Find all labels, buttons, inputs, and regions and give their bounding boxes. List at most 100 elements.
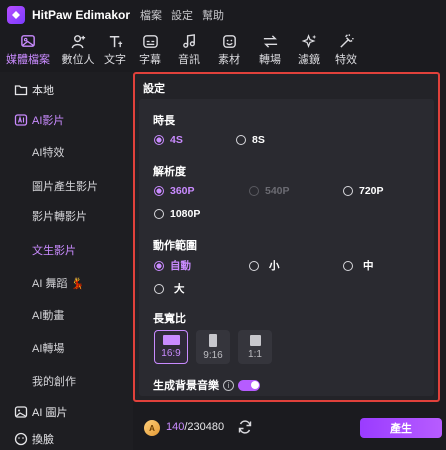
menu-help[interactable]: 幫助 <box>202 7 224 23</box>
motion-option-large[interactable]: 大 <box>154 281 185 296</box>
option-label: 16:9 <box>161 348 181 359</box>
resolution-option-1080p[interactable]: 1080P <box>154 208 200 220</box>
tab-audio[interactable]: 音訊 <box>170 30 208 70</box>
bgm-label: 生成背景音樂 <box>153 380 219 392</box>
motion-option-medium[interactable]: 中 <box>343 258 374 273</box>
settings-title: 設定 <box>143 83 165 95</box>
tab-label: 素材 <box>218 54 240 66</box>
sidebar-item-ai-image[interactable]: AI 圖片 <box>0 398 133 426</box>
sidebar-item-face-swap[interactable]: 換臉 <box>0 428 133 450</box>
resolution-option-720p[interactable]: 720P <box>343 185 384 197</box>
option-label: 大 <box>174 283 185 295</box>
motion-option-small[interactable]: 小 <box>249 258 280 273</box>
tab-label: 數位人 <box>61 54 95 66</box>
landscape-ratio-icon <box>162 335 180 345</box>
option-label: 1:1 <box>248 348 262 360</box>
sidebar-subitem-ai-dance[interactable]: AI 舞蹈 💃 <box>32 273 84 293</box>
duration-label: 時長 <box>153 115 175 127</box>
app-logo-icon <box>7 6 25 24</box>
sidebar-item-ai-video[interactable]: AI影片 <box>0 106 133 134</box>
tab-media[interactable]: 媒體檔案 <box>0 30 56 70</box>
square-ratio-icon <box>249 334 261 346</box>
radio <box>154 283 164 294</box>
radio <box>236 135 246 145</box>
sidebar: 本地 AI影片 AI特效 圖片產生影片 影片轉影片 文生影片 AI 舞蹈 💃 A… <box>0 72 133 450</box>
duration-option-8s[interactable]: 8S <box>236 134 265 146</box>
sidebar-subitem-text-to-video[interactable]: 文生影片 <box>32 240 76 260</box>
option-label: 8S <box>252 134 265 146</box>
option-label: 中 <box>363 260 374 272</box>
info-icon[interactable]: i <box>223 379 234 391</box>
sidebar-subitem-ai-animation[interactable]: AI動畫 <box>32 305 64 325</box>
aspect-option-16-9[interactable]: 16:9 <box>154 330 188 364</box>
tab-label: 音訊 <box>178 54 200 66</box>
sidebar-subitem-ai-effect[interactable]: AI特效 <box>32 142 64 162</box>
tab-subtitle[interactable]: 字幕 <box>130 30 170 70</box>
tab-text[interactable]: 文字 <box>100 30 130 70</box>
radio <box>343 260 353 271</box>
tab-label: 特效 <box>335 54 357 66</box>
title-bar: HitPaw Edimakor 檔案 設定 幫助 <box>0 0 446 30</box>
subtitle-icon <box>142 32 159 50</box>
sidebar-subitem-my-creations[interactable]: 我的創作 <box>32 371 76 391</box>
transition-icon <box>262 32 279 50</box>
media-icon <box>20 32 37 50</box>
credits-total: /230480 <box>184 421 225 433</box>
aspect-ratio-label: 長寬比 <box>153 313 186 325</box>
duration-option-4s[interactable]: 4S <box>154 134 183 146</box>
ai-video-icon <box>14 113 28 127</box>
radio <box>249 260 259 271</box>
motion-option-auto[interactable]: 自動 <box>154 258 191 273</box>
radio-disabled <box>249 186 259 196</box>
ai-image-icon <box>14 405 28 419</box>
credits-used: 140 <box>166 421 185 433</box>
tab-transition[interactable]: 轉場 <box>250 30 290 70</box>
sidebar-item-label: 本地 <box>32 85 54 97</box>
sidebar-subitem-label: AI 舞蹈 <box>32 278 68 290</box>
radio <box>343 186 353 196</box>
dancer-icon: 💃 <box>70 277 85 290</box>
sidebar-subitem-image-to-video[interactable]: 圖片產生影片 <box>32 176 98 196</box>
sidebar-subitem-ai-transition[interactable]: AI轉場 <box>32 338 64 358</box>
sidebar-subitem-video-to-video[interactable]: 影片轉影片 <box>32 206 87 226</box>
menu-bar: 檔案 設定 幫助 <box>140 7 224 23</box>
tab-digital-human[interactable]: 數位人 <box>56 30 100 70</box>
sidebar-item-label: AI影片 <box>32 115 65 127</box>
tab-label: 字幕 <box>139 54 161 66</box>
text-icon <box>107 32 124 50</box>
portrait-ratio-icon <box>209 333 217 347</box>
sticker-icon <box>221 32 238 50</box>
option-label: 540P <box>265 185 290 197</box>
aspect-option-9-16[interactable]: 9:16 <box>196 330 230 364</box>
menu-settings[interactable]: 設定 <box>171 7 193 23</box>
tab-label: 文字 <box>104 54 126 66</box>
aspect-option-1-1[interactable]: 1:1 <box>238 330 272 364</box>
radio-selected <box>154 135 164 145</box>
credits-counter: 140/230480 <box>166 421 224 433</box>
sidebar-item-label: 換臉 <box>32 434 54 446</box>
tab-label: 轉場 <box>259 54 281 66</box>
resolution-label: 解析度 <box>153 166 186 178</box>
option-label: 9:16 <box>203 349 223 361</box>
radio-selected <box>154 260 164 271</box>
option-label: 小 <box>269 260 280 272</box>
menu-file[interactable]: 檔案 <box>140 7 162 23</box>
tab-material[interactable]: 素材 <box>208 30 250 70</box>
resolution-option-360p[interactable]: 360P <box>154 185 195 197</box>
tab-label: 媒體檔案 <box>6 54 50 66</box>
bgm-toggle[interactable] <box>238 379 260 391</box>
avatar-add-icon <box>70 32 87 50</box>
radio-selected <box>154 186 164 196</box>
refresh-icon[interactable] <box>237 419 253 435</box>
sidebar-item-local[interactable]: 本地 <box>0 76 133 104</box>
tab-filter[interactable]: 濾鏡 <box>290 30 328 70</box>
sidebar-item-label: AI 圖片 <box>32 407 68 419</box>
music-icon <box>181 32 198 50</box>
app-title: HitPaw Edimakor <box>32 8 131 22</box>
resolution-option-540p: 540P <box>249 185 290 197</box>
generate-button[interactable]: 產生 <box>360 418 442 438</box>
filter-icon <box>301 32 318 50</box>
footer-bar: A 140/230480 產生 <box>133 408 446 450</box>
coin-icon: A <box>144 420 160 436</box>
tab-effect[interactable]: 特效 <box>328 30 364 70</box>
